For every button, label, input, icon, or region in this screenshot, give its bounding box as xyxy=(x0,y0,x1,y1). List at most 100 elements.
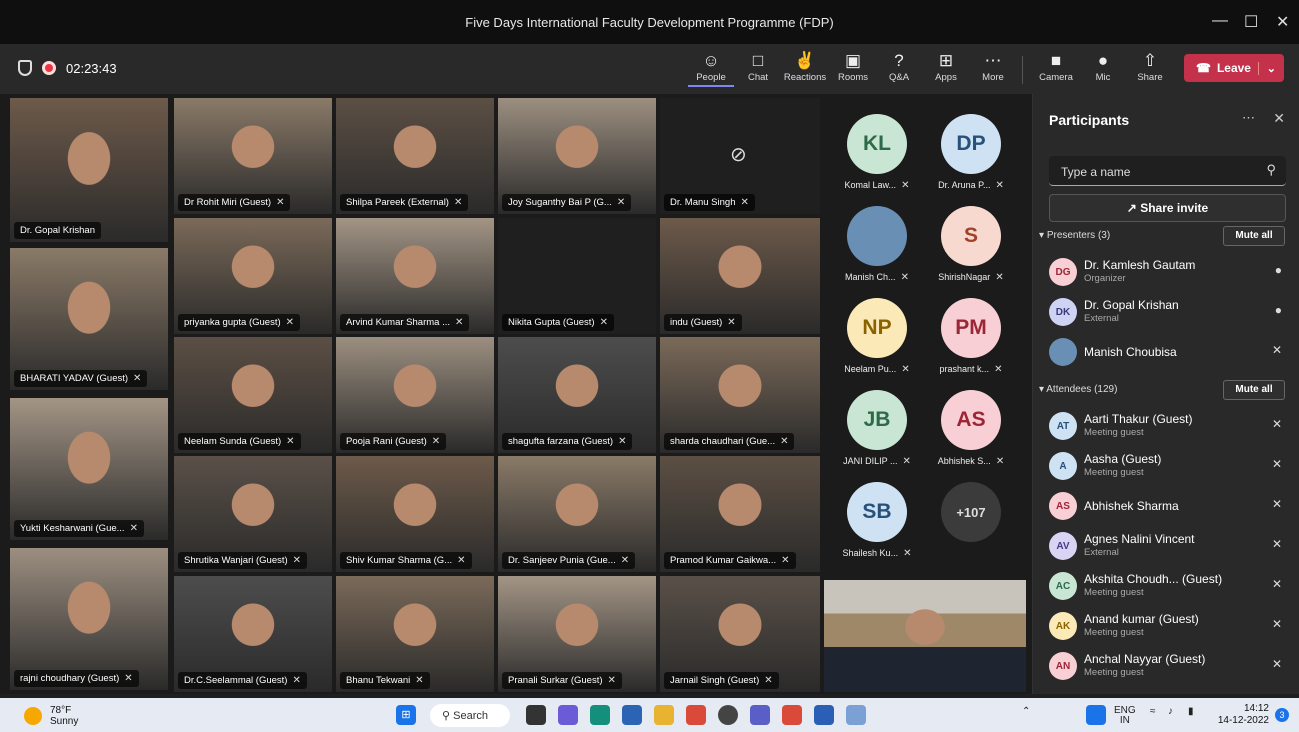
share-invite-button[interactable]: ↗ Share invite xyxy=(1049,194,1286,222)
video-tile[interactable]: BHARATI YADAV (Guest) ✕ xyxy=(10,248,168,390)
video-tile[interactable]: Yukti Kesharwani (Gue... ✕ xyxy=(10,398,168,540)
volume-icon[interactable]: ♪ xyxy=(1168,706,1173,717)
video-tile[interactable]: Shrutika Wanjari (Guest) ✕ xyxy=(174,456,332,572)
participant-row[interactable]: DK Dr. Gopal Krishan External ● xyxy=(1049,294,1286,330)
video-tile[interactable]: Joy Suganthy Bai P (G... ✕ xyxy=(498,98,656,214)
video-tile[interactable]: Dr Rohit Miri (Guest) ✕ xyxy=(174,98,332,214)
task-view-icon[interactable] xyxy=(526,705,546,725)
participant-search-input[interactable]: Type a name ⚲ xyxy=(1049,156,1286,186)
paint-icon[interactable] xyxy=(846,705,866,725)
mic-icon[interactable]: ● xyxy=(1275,263,1282,277)
attendees-header[interactable]: ▾ Attendees (129) xyxy=(1039,384,1117,395)
reactions-button[interactable]: ✌ Reactions xyxy=(782,50,828,83)
tray-chevron-icon[interactable]: ⌃ xyxy=(1022,706,1030,717)
qa-button[interactable]: ? Q&A xyxy=(876,50,922,83)
video-tile[interactable]: Dr. Sanjeev Punia (Gue... ✕ xyxy=(498,456,656,572)
minimize-button[interactable]: — xyxy=(1212,12,1228,30)
avatar-tile[interactable]: NP Neelam Pu... ✕ xyxy=(828,286,926,379)
camera-button[interactable]: ■ Camera xyxy=(1033,50,1079,83)
close-button[interactable]: ✕ xyxy=(1276,12,1289,32)
video-tile[interactable]: ⊘ Dr. Manu Singh ✕ xyxy=(660,98,820,214)
word-icon[interactable] xyxy=(814,705,834,725)
language-indicator[interactable]: ENG IN xyxy=(1114,706,1136,726)
avatar-tile[interactable]: +107 xyxy=(922,470,1020,563)
participant-row[interactable]: AS Abhishek Sharma ✕ xyxy=(1049,488,1286,524)
video-tile[interactable]: Pooja Rani (Guest) ✕ xyxy=(336,337,494,453)
video-tile[interactable]: shagufta farzana (Guest) ✕ xyxy=(498,337,656,453)
mic-muted-icon[interactable]: ✕ xyxy=(1272,417,1282,431)
mute-all-presenters-button[interactable]: Mute all xyxy=(1223,226,1285,246)
video-tile[interactable]: Shilpa Pareek (External) ✕ xyxy=(336,98,494,214)
chrome-profile-icon[interactable] xyxy=(782,705,802,725)
presenters-header[interactable]: ▾ Presenters (3) xyxy=(1039,230,1110,241)
video-tile[interactable]: Pranali Surkar (Guest) ✕ xyxy=(498,576,656,692)
participant-row[interactable]: AN Anchal Nayyar (Guest) Meeting guest ✕ xyxy=(1049,648,1286,684)
avatar-tile[interactable]: KL Komal Law... ✕ xyxy=(828,102,926,195)
avatar-tile[interactable]: PM prashant k... ✕ xyxy=(922,286,1020,379)
mic-icon[interactable]: ● xyxy=(1275,303,1282,317)
video-tile[interactable]: Nikita Gupta (Guest) ✕ xyxy=(498,218,656,334)
avatar-tile[interactable]: SB Shailesh Ku... ✕ xyxy=(828,470,926,563)
taskbar-search[interactable]: ⚲ Search xyxy=(430,704,510,727)
maximize-button[interactable]: ☐ xyxy=(1244,12,1258,32)
chevron-down-icon[interactable]: ⌄ xyxy=(1257,61,1284,75)
weather-widget[interactable]: 78°F Sunny xyxy=(24,705,78,727)
participant-row[interactable]: AC Akshita Choudh... (Guest) Meeting guest… xyxy=(1049,568,1286,604)
apps-button[interactable]: ⊞ Apps xyxy=(923,50,969,83)
mic-muted-icon[interactable]: ✕ xyxy=(1272,617,1282,631)
store-icon[interactable] xyxy=(622,705,642,725)
leave-button[interactable]: ☎ Leave ⌄ xyxy=(1184,54,1284,82)
avatar-tile[interactable]: Manish Ch... ✕ xyxy=(828,194,926,287)
teams-icon[interactable] xyxy=(750,705,770,725)
teams-chat-icon[interactable] xyxy=(558,705,578,725)
mute-all-attendees-button[interactable]: Mute all xyxy=(1223,380,1285,400)
participant-row[interactable]: DG Dr. Kamlesh Gautam Organizer ● xyxy=(1049,254,1286,290)
clock[interactable]: 14:12 14-12-2022 xyxy=(1218,703,1269,727)
presenter-video[interactable] xyxy=(824,580,1026,692)
edge-icon[interactable] xyxy=(590,705,610,725)
video-tile[interactable]: Dr.C.Seelammal (Guest) ✕ xyxy=(174,576,332,692)
participant-row[interactable]: Manish Choubisa ✕ xyxy=(1049,334,1286,370)
video-tile[interactable]: Jarnail Singh (Guest) ✕ xyxy=(660,576,820,692)
video-tile[interactable]: sharda chaudhari (Gue... ✕ xyxy=(660,337,820,453)
video-tile[interactable]: Bhanu Tekwani ✕ xyxy=(336,576,494,692)
video-tile[interactable]: Arvind Kumar Sharma ... ✕ xyxy=(336,218,494,334)
wifi-icon[interactable]: ≈ xyxy=(1150,706,1156,717)
video-tile[interactable]: Shiv Kumar Sharma (G... ✕ xyxy=(336,456,494,572)
share-button[interactable]: ⇧ Share xyxy=(1127,50,1173,83)
start-icon[interactable]: ⊞ xyxy=(396,705,416,725)
mic-muted-icon[interactable]: ✕ xyxy=(1272,657,1282,671)
video-tile[interactable]: Pramod Kumar Gaikwa... ✕ xyxy=(660,456,820,572)
participant-row[interactable]: AK Anand kumar (Guest) Meeting guest ✕ xyxy=(1049,608,1286,644)
mic-muted-icon[interactable]: ✕ xyxy=(1272,457,1282,471)
avatar-tile[interactable]: DP Dr. Aruna P... ✕ xyxy=(922,102,1020,195)
video-tile[interactable]: priyanka gupta (Guest) ✕ xyxy=(174,218,332,334)
more-options-icon[interactable]: ⋯ xyxy=(1242,110,1255,126)
participant-row[interactable]: A Aasha (Guest) Meeting guest ✕ xyxy=(1049,448,1286,484)
participant-row[interactable]: AV Agnes Nalini Vincent External ✕ xyxy=(1049,528,1286,564)
mic-tray-icon[interactable] xyxy=(1086,705,1106,725)
mic-muted-icon[interactable]: ✕ xyxy=(1272,537,1282,551)
notification-badge[interactable]: 3 xyxy=(1275,708,1289,722)
mic-button[interactable]: ● Mic xyxy=(1080,50,1126,83)
video-tile[interactable]: rajni choudhary (Guest) ✕ xyxy=(10,548,168,690)
close-panel-icon[interactable]: ✕ xyxy=(1273,110,1285,127)
avatar-tile[interactable]: JB JANI DILIP ... ✕ xyxy=(828,378,926,471)
video-tile[interactable]: Dr. Gopal Krishan xyxy=(10,98,168,242)
mic-muted-icon[interactable]: ✕ xyxy=(1272,577,1282,591)
chrome-icon[interactable] xyxy=(686,705,706,725)
chat-button[interactable]: □ Chat xyxy=(735,50,781,83)
mic-muted-icon[interactable]: ✕ xyxy=(1272,343,1282,357)
file-explorer-icon[interactable] xyxy=(654,705,674,725)
rooms-button[interactable]: ▣ Rooms xyxy=(830,50,876,83)
dell-icon[interactable] xyxy=(718,705,738,725)
video-tile[interactable]: Neelam Sunda (Guest) ✕ xyxy=(174,337,332,453)
avatar-tile[interactable]: AS Abhishek S... ✕ xyxy=(922,378,1020,471)
video-tile[interactable]: indu (Guest) ✕ xyxy=(660,218,820,334)
mic-muted-icon[interactable]: ✕ xyxy=(1272,497,1282,511)
people-button[interactable]: ☺ People xyxy=(688,50,734,87)
battery-icon[interactable]: ▮ xyxy=(1188,706,1194,717)
avatar-tile[interactable]: S ShirishNagar ✕ xyxy=(922,194,1020,287)
more-button[interactable]: ⋯ More xyxy=(970,50,1016,83)
participant-row[interactable]: AT Aarti Thakur (Guest) Meeting guest ✕ xyxy=(1049,408,1286,444)
